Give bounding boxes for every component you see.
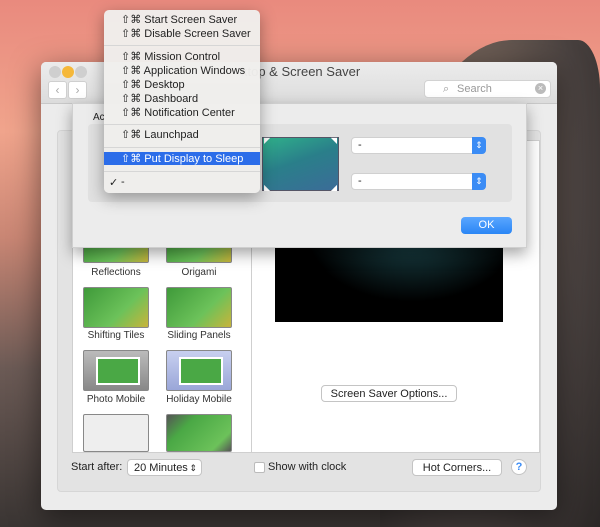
- bottom-right-corner-select[interactable]: - ⇕: [351, 173, 486, 190]
- help-button[interactable]: ?: [511, 459, 527, 475]
- show-clock-label: Show with clock: [268, 461, 347, 473]
- search-placeholder: Search: [457, 83, 492, 95]
- menu-item-launchpad[interactable]: ⇧⌘ Launchpad: [104, 128, 260, 142]
- saver-label: Shifting Tiles: [87, 330, 145, 341]
- hot-corner-action-menu: ⇧⌘ Start Screen Saver ⇧⌘ Disable Screen …: [104, 10, 260, 193]
- saver-thumb-photo-mobile[interactable]: [83, 350, 149, 391]
- sheet-section-label: Ac: [93, 112, 105, 123]
- saver-label: Holiday Mobile: [166, 394, 232, 405]
- start-after-label: Start after:: [71, 461, 123, 473]
- select-value: -: [358, 139, 362, 151]
- menu-item-mission-control[interactable]: ⇧⌘ Mission Control: [104, 50, 260, 64]
- close-button[interactable]: [49, 66, 61, 78]
- menu-separator: [104, 45, 260, 46]
- minimize-button[interactable]: [62, 66, 74, 78]
- saver-thumb-ken-burns[interactable]: [166, 414, 232, 452]
- clear-search-icon[interactable]: ×: [535, 83, 546, 94]
- back-button[interactable]: ‹: [48, 81, 67, 99]
- menu-item-notification-center[interactable]: ⇧⌘ Notification Center: [104, 106, 260, 120]
- saver-thumb-shifting-tiles[interactable]: [83, 287, 149, 328]
- menu-item-none[interactable]: -: [104, 175, 260, 189]
- select-value: -: [358, 175, 362, 187]
- corner-arrow-icon: ◢: [330, 183, 337, 192]
- menu-item-start-screen-saver[interactable]: ⇧⌘ Start Screen Saver: [104, 13, 260, 27]
- search-input[interactable]: ⌕ Search ×: [424, 80, 551, 98]
- menu-separator: [104, 124, 260, 125]
- menu-item-put-display-to-sleep[interactable]: ⇧⌘ Put Display to Sleep: [104, 152, 260, 165]
- start-after-select[interactable]: 20 Minutes ⇕: [127, 459, 202, 476]
- chevron-updown-icon: ⇕: [472, 137, 486, 154]
- saver-label: Origami: [181, 267, 217, 278]
- saver-label: Reflections: [91, 267, 141, 278]
- menu-separator: [104, 147, 260, 148]
- menu-item-application-windows[interactable]: ⇧⌘ Application Windows: [104, 64, 260, 78]
- saver-thumb-vintage-prints[interactable]: [83, 414, 149, 452]
- corner-arrow-icon: ◤: [264, 136, 271, 145]
- ok-button[interactable]: OK: [461, 217, 512, 234]
- menu-item-dashboard[interactable]: ⇧⌘ Dashboard: [104, 92, 260, 106]
- saver-thumb-sliding-panels[interactable]: [166, 287, 232, 328]
- start-after-value: 20 Minutes: [134, 462, 188, 474]
- zoom-button[interactable]: [75, 66, 87, 78]
- menu-separator: [104, 171, 260, 172]
- menu-item-desktop[interactable]: ⇧⌘ Desktop: [104, 78, 260, 92]
- forward-button[interactable]: ›: [68, 81, 87, 99]
- hot-corners-button[interactable]: Hot Corners...: [412, 459, 502, 476]
- chevron-updown-icon: ⇕: [472, 173, 486, 190]
- saver-label: Sliding Panels: [167, 330, 231, 341]
- corner-arrow-icon: ◥: [330, 136, 337, 145]
- show-clock-checkbox[interactable]: [254, 462, 265, 473]
- screen-preview-image: ◤ ◥ ◣ ◢: [262, 136, 339, 192]
- screen-saver-options-button[interactable]: Screen Saver Options...: [321, 385, 457, 402]
- corner-arrow-icon: ◣: [264, 183, 271, 192]
- menu-item-disable-screen-saver[interactable]: ⇧⌘ Disable Screen Saver: [104, 27, 260, 41]
- saver-thumb-holiday-mobile[interactable]: [166, 350, 232, 391]
- saver-label: Photo Mobile: [86, 394, 146, 405]
- chevron-updown-icon: ⇕: [189, 463, 197, 473]
- search-icon: ⌕: [443, 83, 450, 95]
- top-right-corner-select[interactable]: - ⇕: [351, 137, 486, 154]
